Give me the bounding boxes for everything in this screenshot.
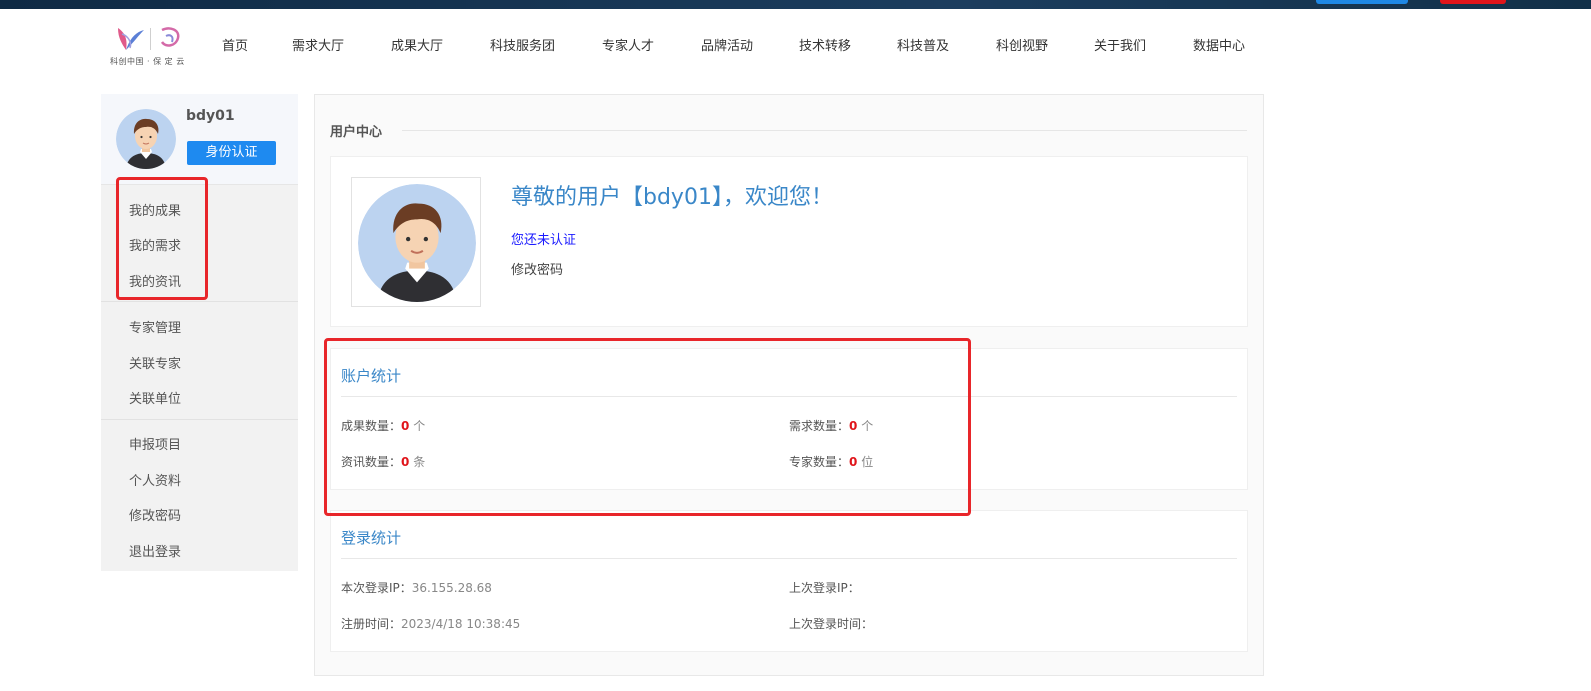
nav-item-data-center[interactable]: 数据中心 — [1193, 35, 1245, 54]
nav-item-demand-hall[interactable]: 需求大厅 — [292, 35, 344, 54]
welcome-message: 尊敬的用户【bdy01】，欢迎您！ — [511, 185, 833, 210]
logo-divider — [150, 28, 151, 50]
card-divider — [341, 558, 1237, 559]
current-login-ip: 本次登录IP：36.155.28.68 — [341, 579, 492, 596]
title-divider — [402, 130, 1247, 131]
sidebar-item-apply-project[interactable]: 申报项目 — [129, 434, 181, 453]
sidebar-item-linked-units[interactable]: 关联单位 — [129, 388, 181, 407]
welcome-card: 尊敬的用户【bdy01】，欢迎您！ 您还未认证 修改密码 — [330, 156, 1248, 327]
change-password-link[interactable]: 修改密码 — [511, 259, 563, 278]
sidebar-item-linked-experts[interactable]: 关联专家 — [129, 353, 181, 372]
kechuang-logo-icon — [118, 28, 144, 50]
sidebar-item-expert-management[interactable]: 专家管理 — [129, 317, 181, 336]
stat-label: 上次登录时间： — [789, 617, 874, 631]
user-avatar-icon — [358, 184, 476, 302]
sidebar-item-change-password[interactable]: 修改密码 — [129, 505, 181, 524]
menu-group-experts: 专家管理 关联专家 关联单位 — [101, 302, 298, 420]
profile-avatar-frame[interactable] — [351, 177, 481, 307]
nav-item-experts[interactable]: 专家人才 — [602, 35, 654, 54]
stat-value: 2023/4/18 10:38:45 — [401, 617, 521, 631]
login-stats-title: 登录统计 — [341, 529, 402, 547]
site-logo[interactable]: 科创中国 · 保 定 云 — [110, 22, 190, 68]
nav-item-brand-events[interactable]: 品牌活动 — [701, 35, 753, 54]
stat-value: 36.155.28.68 — [411, 581, 492, 595]
baoding-logo-icon — [160, 27, 180, 47]
sidebar-item-logout[interactable]: 退出登录 — [129, 541, 181, 560]
page-title: 用户中心 — [330, 125, 383, 140]
nav-item-results-hall[interactable]: 成果大厅 — [391, 35, 443, 54]
not-verified-link[interactable]: 您还未认证 — [511, 229, 576, 248]
logo-caption: 科创中国 · 保 定 云 — [110, 57, 185, 66]
nav-item-tech-service[interactable]: 科技服务团 — [490, 35, 555, 54]
user-sidebar: bdy01 身份认证 我的成果 我的需求 我的资讯 专家管理 关联专家 关联单位… — [101, 94, 298, 571]
sidebar-item-profile[interactable]: 个人资料 — [129, 470, 181, 489]
highlight-box-account-stats — [324, 338, 971, 516]
last-login-time: 上次登录时间： — [789, 615, 873, 632]
nav-item-science-popular[interactable]: 科技普及 — [897, 35, 949, 54]
nav-item-about-us[interactable]: 关于我们 — [1094, 35, 1146, 54]
sidebar-username: bdy01 — [186, 108, 235, 124]
nav-item-tech-transfer[interactable]: 技术转移 — [799, 35, 851, 54]
stat-label: 本次登录IP： — [341, 581, 412, 595]
avatar — [358, 184, 476, 302]
top-register-button[interactable] — [1440, 0, 1506, 4]
top-bar — [0, 0, 1591, 9]
identity-verify-button[interactable]: 身份认证 — [187, 141, 276, 165]
register-time: 注册时间：2023/4/18 10:38:45 — [341, 615, 520, 632]
avatar — [116, 109, 176, 169]
nav-item-home[interactable]: 首页 — [222, 35, 248, 54]
top-login-button[interactable] — [1316, 0, 1408, 4]
last-login-ip: 上次登录IP： — [789, 579, 860, 596]
profile-panel: bdy01 身份认证 — [101, 94, 298, 185]
highlight-box-sidebar-menu — [116, 177, 208, 300]
stat-label: 注册时间： — [341, 617, 402, 631]
user-avatar-icon — [116, 109, 176, 169]
stat-label: 上次登录IP： — [789, 581, 860, 595]
login-stats-card: 登录统计 本次登录IP：36.155.28.68 上次登录IP： 注册时间：20… — [330, 510, 1248, 652]
nav-item-innovation-vision[interactable]: 科创视野 — [996, 35, 1048, 54]
menu-group-account: 申报项目 个人资料 修改密码 退出登录 — [101, 420, 298, 571]
